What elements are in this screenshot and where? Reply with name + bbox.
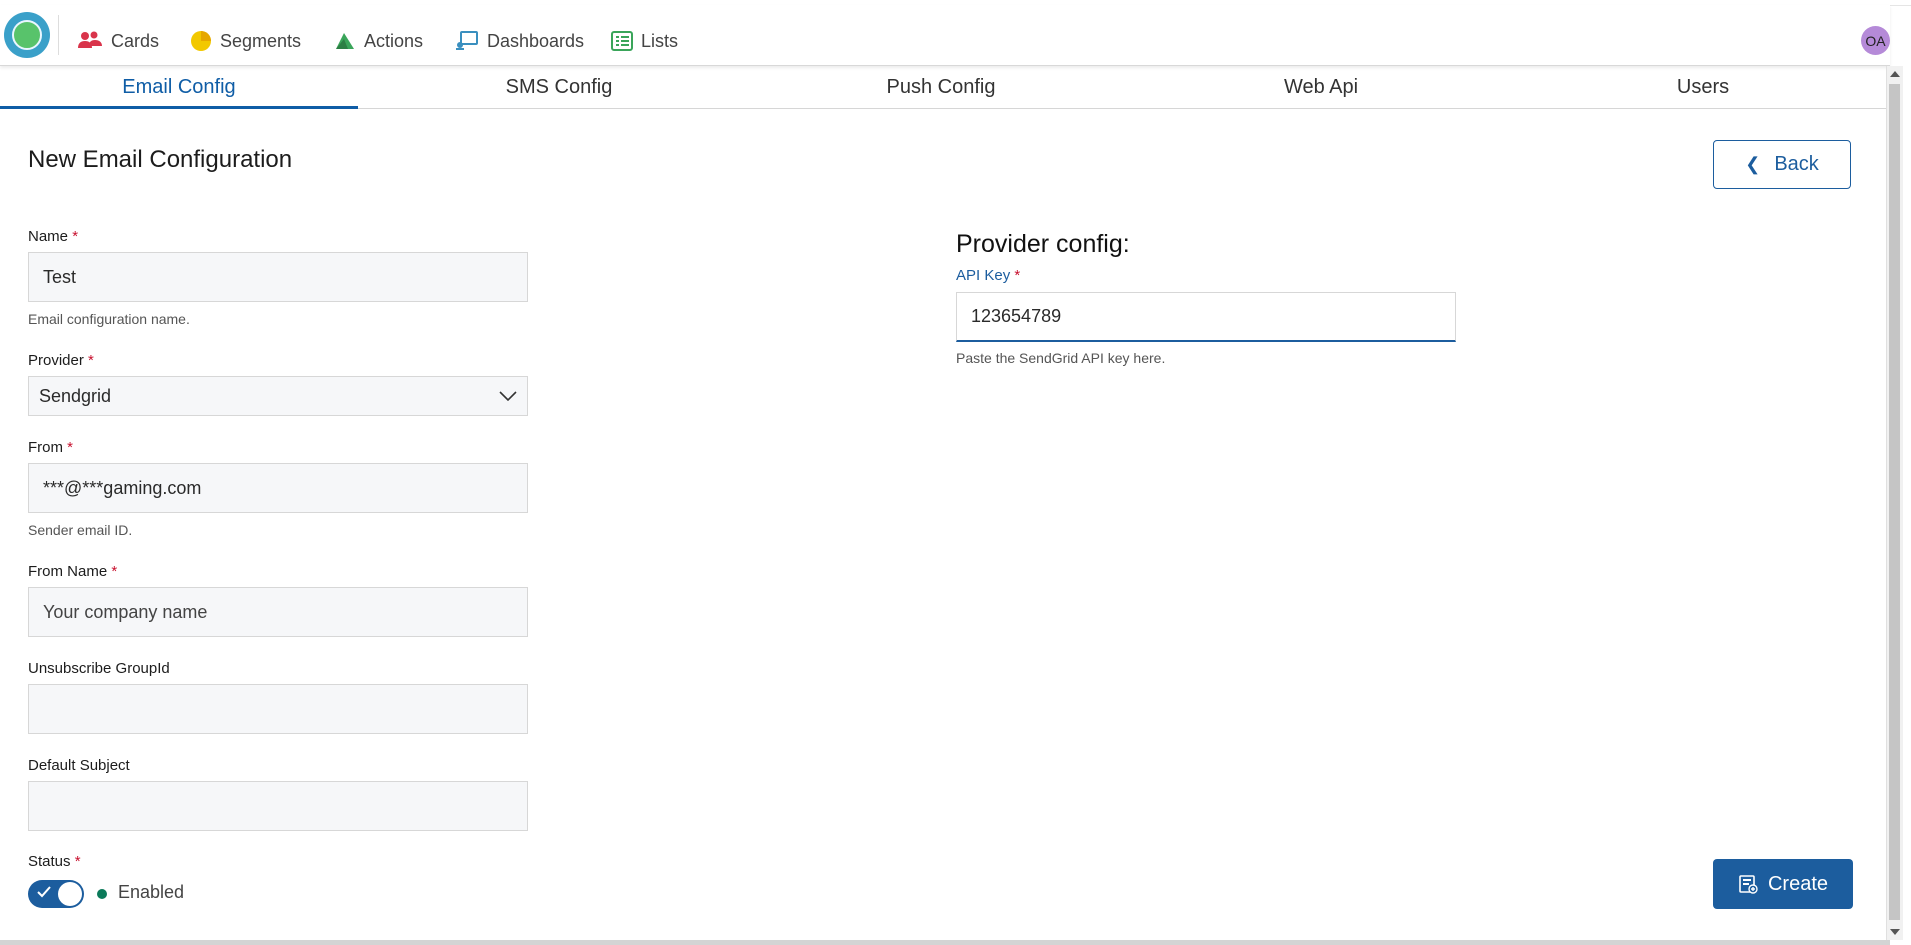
user-avatar[interactable]: OA <box>1861 26 1890 55</box>
nav-cards[interactable]: Cards <box>77 27 159 55</box>
nav-dashboards-label: Dashboards <box>487 30 585 51</box>
create-button[interactable]: Create <box>1713 859 1853 909</box>
from-label: From * <box>28 439 73 456</box>
status-required-mark: * <box>74 853 81 870</box>
from-name-required-mark: * <box>111 563 118 580</box>
api-key-input[interactable]: 123654789 <box>956 292 1456 342</box>
unsubscribe-label: Unsubscribe GroupId <box>28 660 170 677</box>
from-hint: Sender email ID. <box>28 522 133 538</box>
tab-sms-config[interactable]: SMS Config <box>368 66 750 108</box>
toggle-knob <box>58 882 82 906</box>
scroll-up-arrow-icon[interactable] <box>1890 71 1900 77</box>
scroll-thumb[interactable] <box>1889 84 1900 920</box>
api-key-label: API Key * <box>956 267 1020 284</box>
horizontal-scrollbar[interactable] <box>0 940 1890 945</box>
provider-label-text: Provider <box>28 352 84 369</box>
vertical-scrollbar[interactable] <box>1886 66 1903 940</box>
nav-divider <box>58 15 59 55</box>
name-required-mark: * <box>72 228 79 245</box>
tab-users[interactable]: Users <box>1512 66 1894 108</box>
api-key-hint: Paste the SendGrid API key here. <box>956 350 1166 366</box>
from-label-text: From <box>28 439 63 456</box>
active-tab-indicator <box>0 106 358 109</box>
list-icon <box>611 31 633 51</box>
nav-segments-label: Segments <box>220 30 302 51</box>
logo-mark <box>12 20 42 50</box>
nav-lists-label: Lists <box>641 30 679 51</box>
provider-required-mark: * <box>88 352 94 369</box>
provider-select-value: Sendgrid <box>39 385 112 406</box>
nav-dashboards[interactable]: Dashboards <box>455 27 584 55</box>
app-logo[interactable] <box>4 12 50 58</box>
nav-cards-label: Cards <box>111 30 160 51</box>
users-icon <box>78 31 102 48</box>
check-icon <box>37 886 51 898</box>
status-text: Enabled <box>118 882 185 902</box>
from-email-input[interactable]: ***@***gaming.com <box>28 463 528 513</box>
tab-web-api[interactable]: Web Api <box>1130 66 1512 108</box>
status-label-text: Status <box>28 853 71 870</box>
provider-select[interactable]: Sendgrid <box>28 376 528 416</box>
nav-segments[interactable]: Segments <box>190 27 301 55</box>
create-button-label: Create <box>1767 872 1829 895</box>
top-nav-bar: Cards Segments Actions Dashboards Lists … <box>0 5 1890 66</box>
nav-actions-label: Actions <box>364 30 424 51</box>
nav-actions[interactable]: Actions <box>334 27 423 55</box>
api-key-required-mark: * <box>1014 267 1021 284</box>
back-button-label: Back <box>1774 153 1819 175</box>
name-hint: Email configuration name. <box>28 311 190 327</box>
name-input[interactable]: Test <box>28 252 528 302</box>
from-name-label-text: From Name <box>28 563 108 580</box>
provider-config-title: Provider config: <box>956 230 1130 258</box>
chevron-down-icon <box>499 391 517 401</box>
provider-label: Provider * <box>28 352 94 369</box>
api-key-label-text: API Key <box>956 267 1011 284</box>
tab-push-config[interactable]: Push Config <box>750 66 1132 108</box>
status-toggle[interactable] <box>28 880 84 908</box>
config-tabs: Email Config SMS Config Push Config Web … <box>0 66 1890 109</box>
name-label: Name * <box>28 228 78 245</box>
unsubscribe-groupid-input[interactable] <box>28 684 528 734</box>
default-subject-input[interactable] <box>28 781 528 831</box>
from-required-mark: * <box>67 439 74 456</box>
pie-chart-icon <box>191 31 211 51</box>
page-title: New Email Configuration <box>28 146 293 173</box>
chevron-left-icon: ❮ <box>1745 154 1761 174</box>
name-label-text: Name <box>28 228 69 245</box>
default-subject-label: Default Subject <box>28 757 130 774</box>
scroll-down-arrow-icon[interactable] <box>1890 929 1900 935</box>
actions-icon <box>336 33 354 49</box>
tab-email-config[interactable]: Email Config <box>0 66 358 108</box>
nav-lists[interactable]: Lists <box>611 27 678 55</box>
dashboard-icon <box>456 31 478 50</box>
from-name-label: From Name * <box>28 563 117 580</box>
back-button[interactable]: ❮ Back <box>1713 140 1851 189</box>
save-icon <box>1739 875 1758 894</box>
status-label: Status * <box>28 853 81 870</box>
status-dot-icon <box>97 889 107 899</box>
from-name-input[interactable]: Your company name <box>28 587 528 637</box>
